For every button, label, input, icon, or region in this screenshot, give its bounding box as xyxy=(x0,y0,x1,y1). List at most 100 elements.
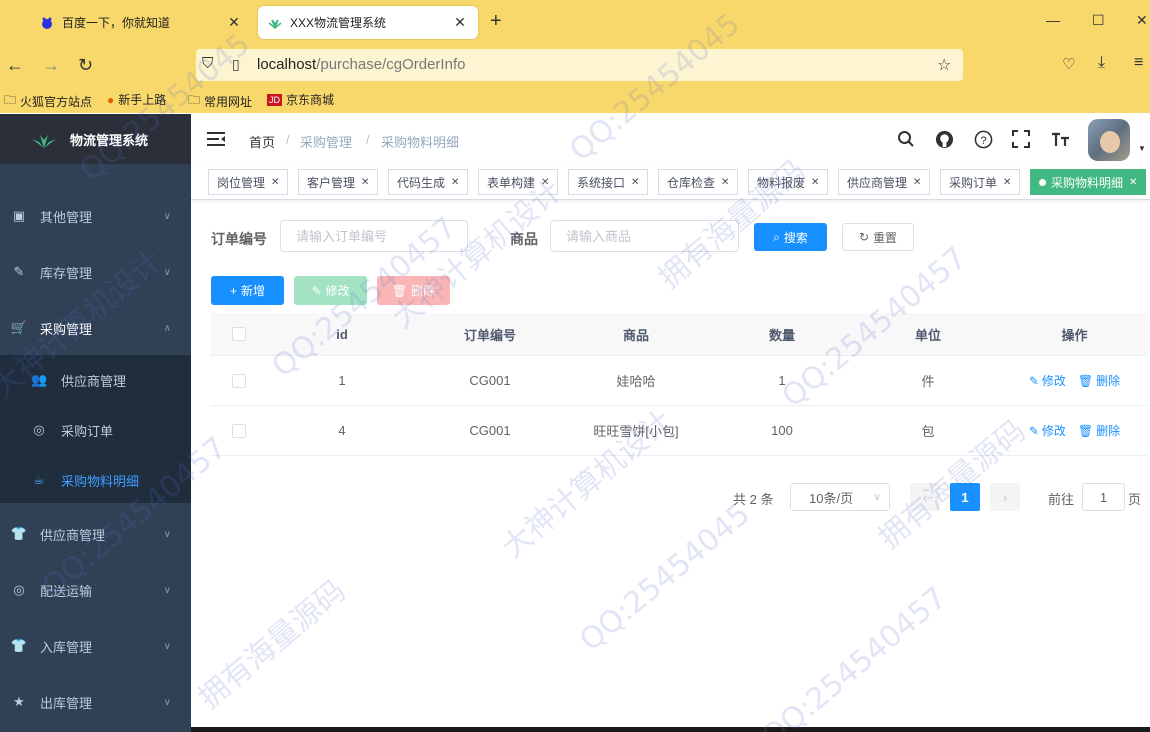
sidebar-logo[interactable]: 物流管理系统 xyxy=(0,114,191,164)
bookmark-item[interactable]: 🗀 常用网址 xyxy=(188,91,252,112)
shirt-icon: 👕 xyxy=(10,638,28,653)
close-icon[interactable]: ✕ xyxy=(361,177,369,188)
sidebar-subitem-purchase-order[interactable]: ◎ 采购订单 xyxy=(0,405,191,455)
bookmark-item[interactable]: 🗀 火狐官方站点 xyxy=(4,91,92,112)
select-all-checkbox[interactable] xyxy=(231,327,246,341)
close-icon[interactable]: ✕ xyxy=(631,177,639,188)
sidebar-item-supplier[interactable]: 👕 供应商管理 ∨ xyxy=(0,506,191,562)
sidebar-item-delivery[interactable]: ◎ 配送运输 ∨ xyxy=(0,562,191,618)
chevron-down-icon: ∨ xyxy=(163,210,171,222)
url-text[interactable]: localhost/purchase/cgOrderInfo xyxy=(257,56,465,73)
add-button[interactable]: + 新增 xyxy=(211,276,284,305)
browser-tab-baidu[interactable]: 百度一下，你就知道 ✕ xyxy=(30,6,252,39)
forward-icon[interactable]: → xyxy=(42,55,60,76)
download-icon[interactable]: ⤓ xyxy=(1098,54,1105,72)
sidebar-item-stock-out[interactable]: ★ 出库管理 ∨ xyxy=(0,674,191,730)
maximize-icon[interactable]: ☐ xyxy=(1092,12,1105,29)
trash-icon: 🗑 xyxy=(1077,423,1094,438)
close-icon[interactable]: ✕ xyxy=(913,177,921,188)
bookmark-item[interactable]: JD 京东商城 xyxy=(267,91,334,108)
sidebar-item-purchase[interactable]: 🛒 采购管理 ∧ xyxy=(0,300,191,356)
fullscreen-icon[interactable] xyxy=(1010,128,1032,150)
row-checkbox[interactable] xyxy=(231,373,246,388)
firefox-icon: ● xyxy=(107,92,115,107)
tag-item[interactable]: 供应商管理 ✕ xyxy=(838,169,931,195)
font-size-icon[interactable] xyxy=(1049,128,1071,150)
tag-item[interactable]: 客户管理 ✕ xyxy=(298,169,379,195)
tag-item[interactable]: 物料报废 ✕ xyxy=(748,169,829,195)
search-button[interactable]: ⌕ 搜索 xyxy=(754,223,827,251)
search-icon[interactable] xyxy=(895,128,917,150)
tag-item[interactable]: 仓库检查 ✕ xyxy=(658,169,739,195)
row-checkbox[interactable] xyxy=(231,423,246,438)
tag-item[interactable]: 岗位管理 ✕ xyxy=(208,169,289,195)
close-tab-icon[interactable]: ✕ xyxy=(452,14,468,31)
close-icon[interactable]: ✕ xyxy=(451,177,459,188)
new-tab-icon[interactable]: + xyxy=(490,10,502,33)
close-icon[interactable]: ✕ xyxy=(721,177,729,188)
shield-icon[interactable]: ⛉ xyxy=(202,55,213,72)
reset-button[interactable]: ↻ 重置 xyxy=(842,223,914,251)
close-icon[interactable]: ✕ xyxy=(1003,177,1011,188)
sidebar-item-label: 库存管理 xyxy=(40,265,93,281)
close-icon[interactable]: ✕ xyxy=(811,177,819,188)
sidebar-subitem-material-detail[interactable]: ☕ 采购物料明细 xyxy=(0,455,191,505)
sidebar-item-other[interactable]: ▣ 其他管理 ∨ xyxy=(0,188,191,244)
row-edit-button[interactable]: ✎ 修改 xyxy=(1029,372,1066,389)
watermark-text: QQ:254540457 xyxy=(755,580,954,732)
page-icon: ▯ xyxy=(232,56,240,72)
page-number-button[interactable]: 1 xyxy=(950,483,980,511)
close-icon[interactable]: ✕ xyxy=(541,177,549,188)
goto-label: 前往 xyxy=(1048,492,1075,507)
chevron-down-icon: ∨ xyxy=(163,266,171,278)
close-icon[interactable]: ✕ xyxy=(271,177,279,188)
caret-down-icon[interactable]: ▼ xyxy=(1138,144,1146,153)
cell-order-no: CG001 xyxy=(469,423,511,438)
prev-page-button[interactable]: ‹ xyxy=(910,483,940,511)
pocket-icon[interactable]: ♡ xyxy=(1062,55,1075,73)
avatar[interactable] xyxy=(1088,119,1130,161)
reload-icon[interactable]: ↻ xyxy=(78,55,93,76)
table-row[interactable]: 4 CG001 旺旺雪饼[小包] 100 包 ✎ 修改 🗑 删除 xyxy=(211,406,1147,456)
help-icon[interactable]: ? xyxy=(972,128,994,150)
row-edit-button[interactable]: ✎ 修改 xyxy=(1029,422,1066,439)
sidebar-item-label: 入库管理 xyxy=(40,639,93,655)
browser-tab-app[interactable]: XXX物流管理系统 ✕ xyxy=(258,6,478,39)
bookmark-star-icon[interactable]: ☆ xyxy=(937,55,951,75)
sidebar-subitem-supplier[interactable]: 👥 供应商管理 xyxy=(0,355,191,405)
minimize-icon[interactable]: — xyxy=(1046,12,1060,28)
page-size-select[interactable]: 10条/页 ∨ xyxy=(790,483,890,511)
goods-input[interactable] xyxy=(550,220,739,252)
tag-item[interactable]: 表单构建 ✕ xyxy=(478,169,559,195)
table-row[interactable]: 1 CG001 娃哈哈 1 件 ✎ 修改 🗑 删除 xyxy=(211,356,1147,406)
sidebar-item-inventory[interactable]: ✎ 库存管理 ∨ xyxy=(0,244,191,300)
window-close-icon[interactable]: ✕ xyxy=(1136,12,1148,29)
order-no-input[interactable] xyxy=(280,220,468,252)
tag-item[interactable]: 采购订单 ✕ xyxy=(940,169,1021,195)
bookmark-label: 火狐官方站点 xyxy=(20,95,93,109)
sidebar-item-stock-in[interactable]: 👕 入库管理 ∨ xyxy=(0,618,191,674)
tag-item[interactable]: 代码生成 ✕ xyxy=(388,169,469,195)
close-icon[interactable]: ✕ xyxy=(1129,177,1137,188)
tag-item[interactable]: 系统接口 ✕ xyxy=(568,169,649,195)
edit-button[interactable]: ✎ 修改 xyxy=(294,276,367,305)
hamburger-icon[interactable] xyxy=(207,131,225,147)
breadcrumb-separator: / xyxy=(286,132,290,147)
menu-icon[interactable]: ≡ xyxy=(1134,54,1143,72)
sidebar-subitem-label: 供应商管理 xyxy=(61,373,127,389)
breadcrumb-home[interactable]: 首页 xyxy=(249,132,275,151)
next-page-button[interactable]: › xyxy=(990,483,1020,511)
close-tab-icon[interactable]: ✕ xyxy=(226,14,242,31)
tag-label: 系统接口 xyxy=(577,175,626,190)
delete-button[interactable]: 🗑 删除 xyxy=(377,276,450,305)
row-checkbox-cell xyxy=(211,406,266,455)
goto-page-suffix: 页 xyxy=(1128,492,1142,507)
github-icon[interactable] xyxy=(933,128,955,150)
row-delete-button[interactable]: 🗑 删除 xyxy=(1078,372,1120,389)
back-icon[interactable]: ← xyxy=(6,55,24,76)
tag-label: 岗位管理 xyxy=(217,175,266,190)
tag-item-active[interactable]: 采购物料明细 ✕ xyxy=(1030,169,1147,195)
row-delete-button[interactable]: 🗑 删除 xyxy=(1078,422,1120,439)
bookmark-item[interactable]: ● 新手上路 xyxy=(107,91,166,108)
goto-page-input[interactable] xyxy=(1082,483,1125,511)
